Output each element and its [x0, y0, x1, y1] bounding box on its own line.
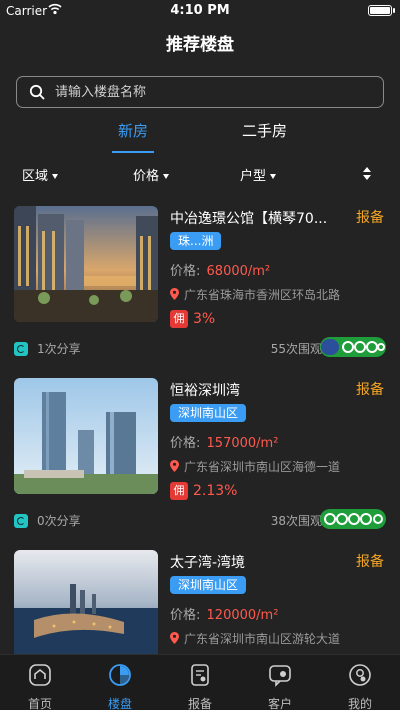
commission-value: 2.13%	[193, 483, 238, 499]
listing-card[interactable]: 太子湾-湾境 报备 深圳南山区 价格: 120000/m² 广东省深圳市南山区游…	[0, 550, 400, 654]
address-row: 广东省深圳市南山区海德一道	[170, 458, 340, 475]
price-value: 157000/m²	[206, 436, 279, 451]
profile-icon	[349, 664, 371, 686]
search-bar[interactable]	[16, 76, 384, 108]
commission-badge: 佣	[170, 310, 188, 328]
tab-resale-homes[interactable]: 二手房	[242, 120, 287, 150]
view-count: 38次围观	[270, 514, 322, 528]
price-label: 价格:	[170, 436, 201, 451]
filter-price[interactable]: 价格	[133, 165, 170, 184]
location-pin-icon	[170, 460, 179, 472]
location-pin-icon	[170, 288, 179, 300]
search-icon	[29, 84, 45, 100]
listing-card[interactable]: 恒裕深圳湾 报备 深圳南山区 价格: 157000/m² 广东省深圳市南山区海德…	[0, 378, 400, 550]
commission-row: 佣 3%	[170, 310, 215, 328]
listing-type-tabs: 新房 二手房	[0, 118, 400, 154]
caret-down-icon	[163, 174, 170, 179]
price-row: 价格: 120000/m²	[170, 604, 278, 623]
tabbar-report[interactable]: 报备	[160, 655, 240, 710]
filter-area[interactable]: 区域	[22, 165, 59, 184]
address-text: 广东省深圳市南山区海德一道	[184, 460, 341, 474]
district-tag: 珠...洲	[170, 232, 222, 250]
tabbar-buildings-label: 楼盘	[107, 697, 132, 710]
viewer-avatars-icon	[320, 337, 386, 357]
price-row: 价格: 157000/m²	[170, 432, 278, 451]
listing-name: 太子湾-湾境	[170, 555, 246, 571]
battery-tip	[393, 8, 395, 13]
share-icon	[14, 514, 28, 528]
page-title: 推荐楼盘	[166, 35, 234, 55]
district-tag: 深圳南山区	[170, 404, 247, 422]
listing-card[interactable]: 中冶逸璟公馆【横琴70... 报备 珠...洲 价格: 68000/m² 广东省…	[0, 206, 400, 378]
listing-name: 恒裕深圳湾	[170, 383, 240, 399]
customer-icon	[269, 665, 291, 687]
filter-layout-label: 户型	[240, 169, 267, 184]
address-text: 广东省珠海市香洲区环岛北路	[184, 288, 341, 302]
share-count[interactable]: 1次分享	[14, 340, 81, 357]
tabbar-buildings[interactable]: 楼盘	[80, 655, 160, 710]
commission-value: 3%	[193, 311, 216, 327]
report-button[interactable]: 报备	[356, 207, 384, 227]
tabbar-report-label: 报备	[187, 697, 212, 710]
tab-new-homes[interactable]: 新房	[112, 120, 154, 153]
sort-icon[interactable]	[362, 167, 372, 181]
tabbar-home[interactable]: 首页	[0, 655, 80, 710]
report-button[interactable]: 报备	[356, 551, 384, 571]
filter-price-label: 价格	[133, 169, 160, 184]
tabbar-customers[interactable]: 客户	[240, 655, 320, 710]
caret-down-icon	[52, 174, 59, 179]
listing-photo	[14, 550, 158, 654]
district-tag: 深圳南山区	[170, 576, 247, 594]
home-icon	[29, 664, 51, 686]
report-icon	[191, 664, 209, 686]
building-icon	[109, 664, 131, 686]
filter-area-label: 区域	[22, 169, 49, 184]
commission-row: 佣 2.13%	[170, 482, 237, 500]
listing-photo	[14, 378, 158, 494]
share-icon	[14, 342, 28, 356]
tabbar-customers-label: 客户	[267, 697, 292, 710]
filter-bar: 区域 价格 户型	[0, 164, 400, 184]
view-count: 55次围观	[270, 342, 322, 356]
price-row: 价格: 68000/m²	[170, 260, 270, 279]
price-label: 价格:	[170, 608, 201, 623]
address-row: 广东省深圳市南山区游轮大道	[170, 630, 340, 647]
viewer-avatars-icon	[320, 509, 386, 529]
listing-name: 中冶逸璟公馆【横琴70...	[170, 211, 328, 227]
tabbar-profile[interactable]: 我的	[320, 655, 400, 710]
price-label: 价格:	[170, 264, 201, 279]
search-input[interactable]	[55, 81, 375, 103]
share-count[interactable]: 0次分享	[14, 512, 81, 529]
price-value: 68000/m²	[206, 264, 271, 279]
tabbar-home-label: 首页	[27, 697, 52, 710]
status-bar: Carrier 4:10 PM	[0, 0, 400, 22]
report-button[interactable]: 报备	[356, 379, 384, 399]
commission-badge: 佣	[170, 482, 188, 500]
filter-layout[interactable]: 户型	[240, 165, 277, 184]
battery-icon	[368, 5, 392, 16]
caret-down-icon	[270, 174, 277, 179]
tabbar-profile-label: 我的	[347, 697, 372, 710]
share-count-text: 0次分享	[37, 514, 81, 528]
address-row: 广东省珠海市香洲区环岛北路	[170, 286, 340, 303]
share-count-text: 1次分享	[37, 342, 81, 356]
bottom-tab-bar: 首页 楼盘 报备 客户 我的	[0, 654, 400, 710]
clock: 4:10 PM	[170, 3, 230, 18]
address-text: 广东省深圳市南山区游轮大道	[184, 632, 341, 646]
listing-photo	[14, 206, 158, 322]
price-value: 120000/m²	[206, 608, 279, 623]
location-pin-icon	[170, 632, 179, 644]
